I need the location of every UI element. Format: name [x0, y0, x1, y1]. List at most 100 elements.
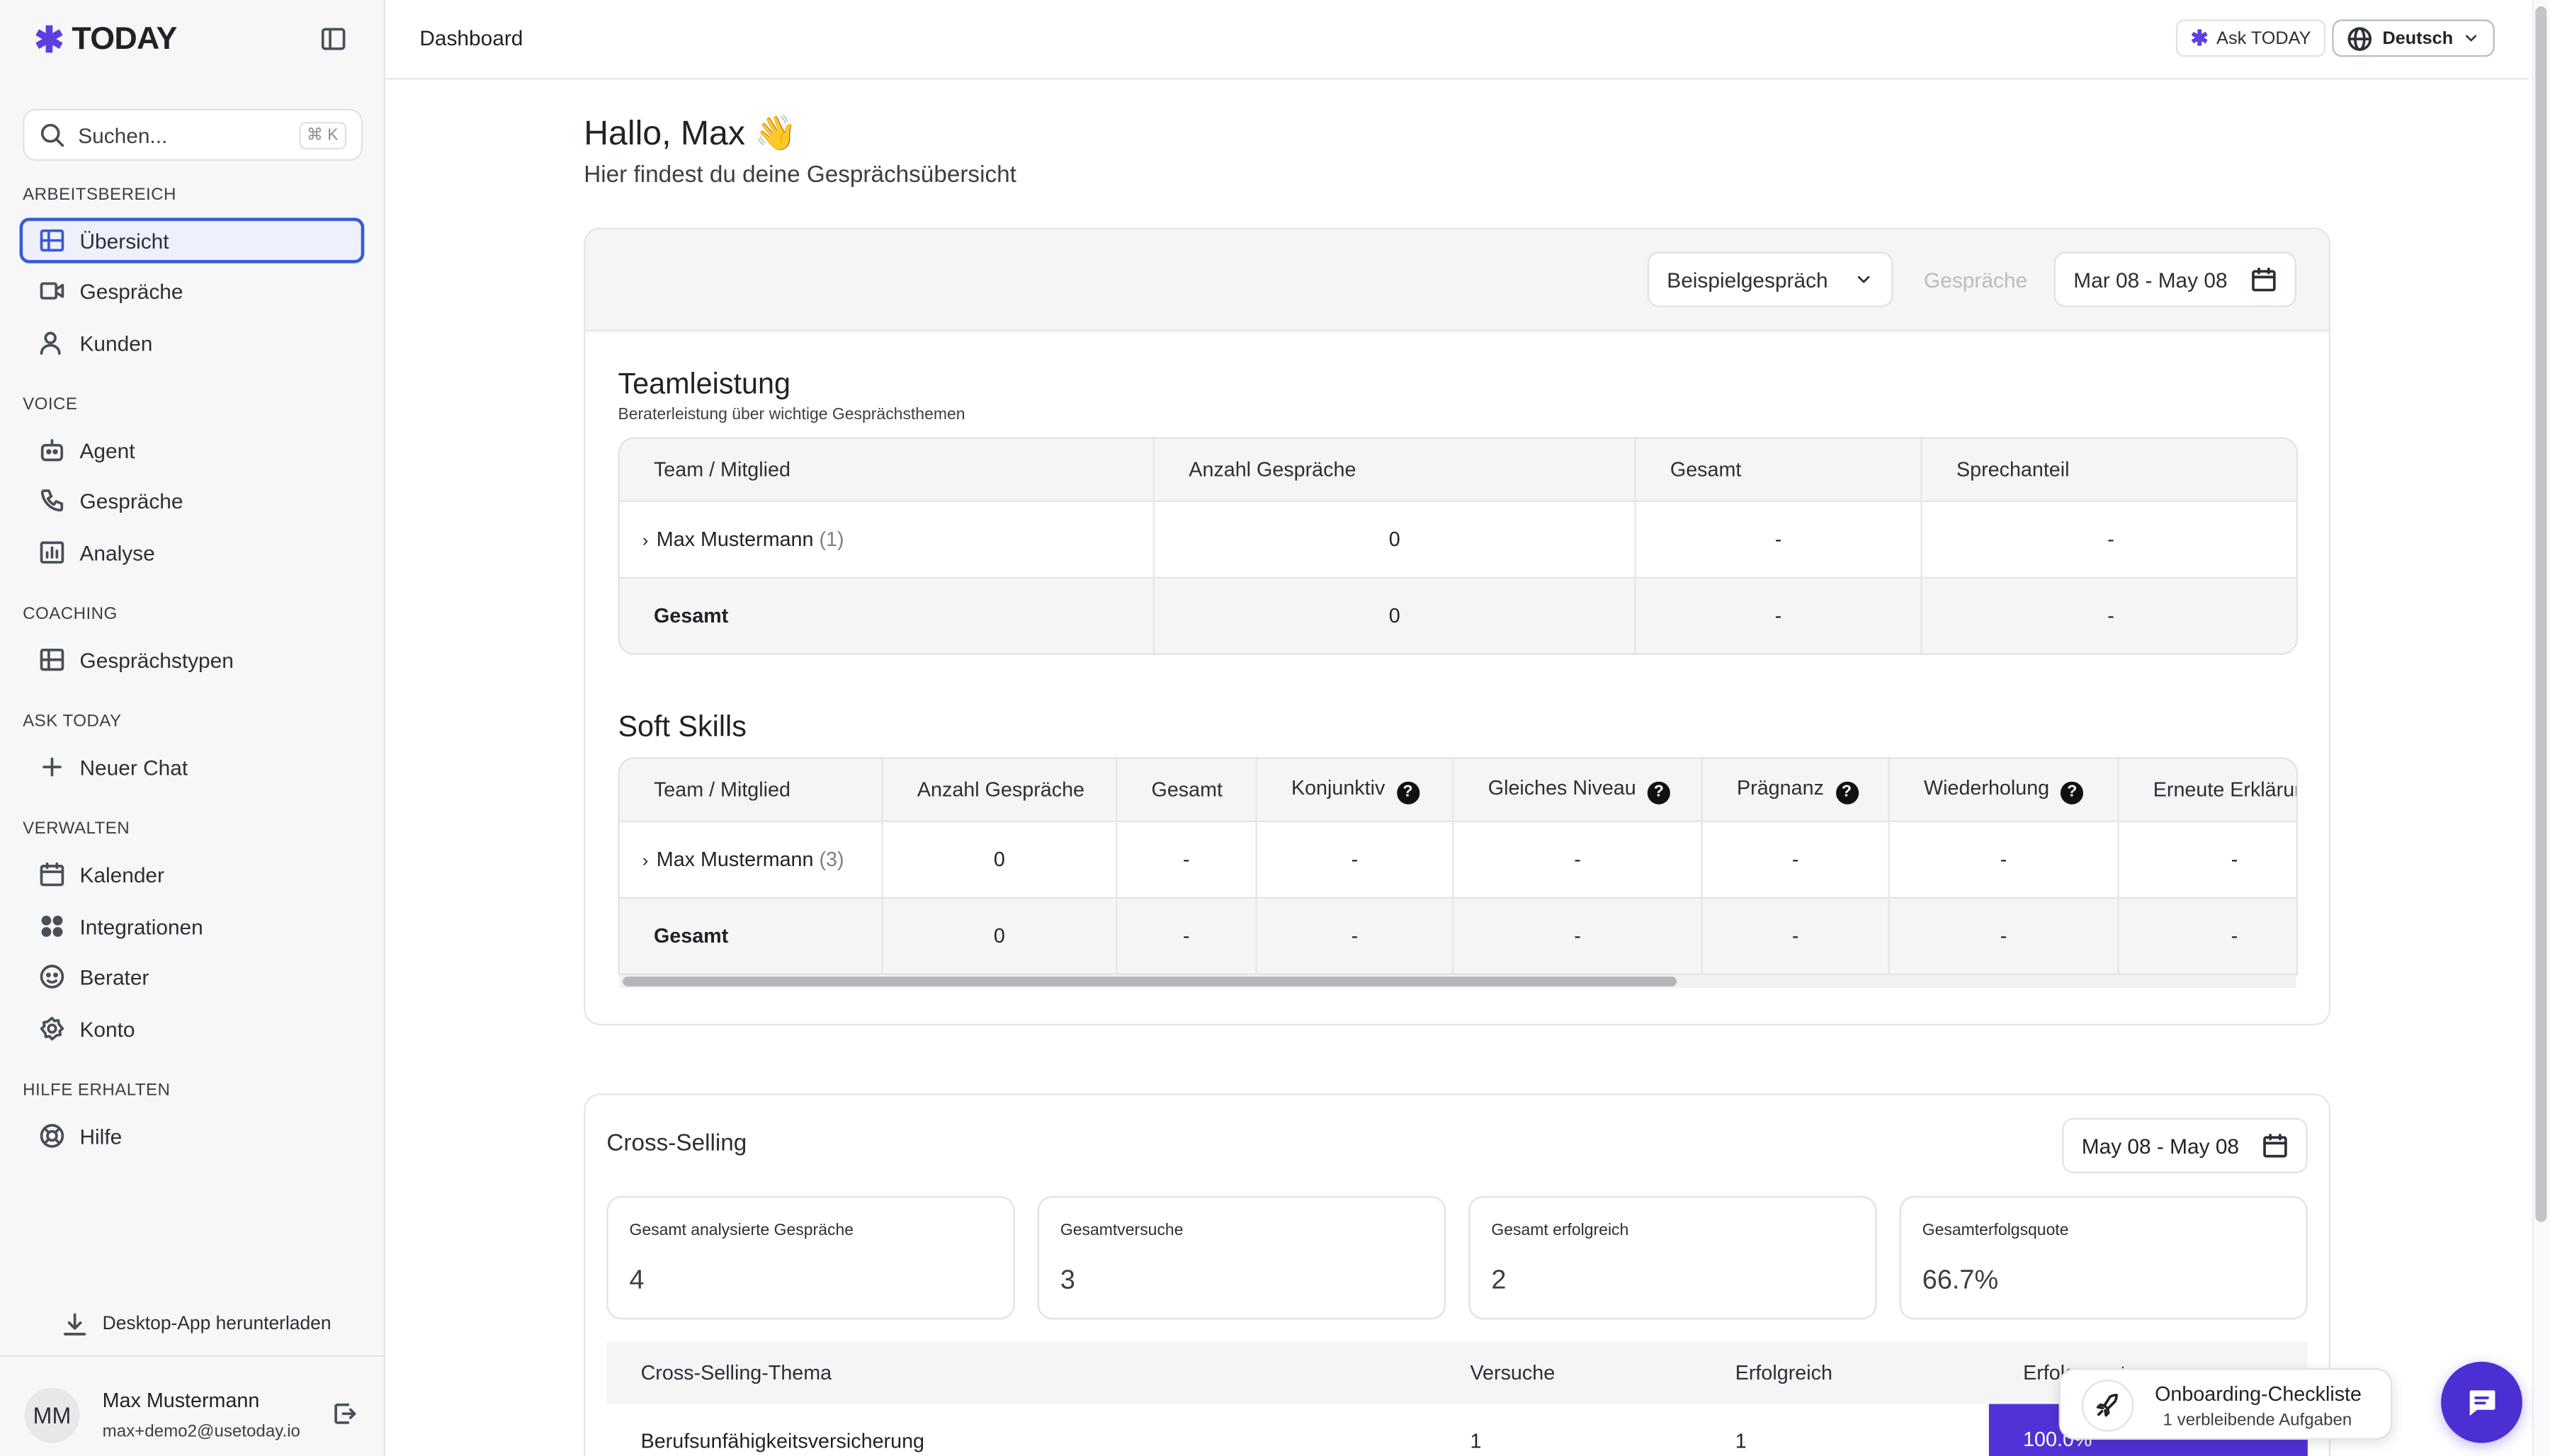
sidebar-item-analyse[interactable]: Analyse	[23, 530, 364, 575]
users-icon	[39, 330, 65, 356]
asterisk-icon: ✱	[2190, 25, 2209, 50]
attempts-cell: 1	[1470, 1430, 1482, 1453]
chevron-right-icon[interactable]: ›	[642, 531, 648, 551]
total-row: Gesamt 0 - - - - - -	[619, 897, 2296, 974]
chevron-right-icon[interactable]: ›	[642, 851, 648, 871]
column-header-wiederholung[interactable]: Wiederholung?	[1889, 758, 2119, 821]
grid-icon	[39, 647, 65, 673]
column-header[interactable]: Anzahl Gespräche	[883, 758, 1118, 821]
total-label: Gesamt	[619, 576, 1155, 654]
sidebar-item-kunden[interactable]: Kunden	[23, 320, 364, 365]
language-select[interactable]: Deutsch	[2332, 19, 2495, 57]
sidebar-item-voice-gespraeche[interactable]: Gespräche	[23, 478, 364, 523]
table-cell: -	[1636, 576, 1922, 654]
ask-today-button[interactable]: ✱ Ask TODAY	[2175, 19, 2326, 57]
sidebar-item-gespraechstypen[interactable]: Gesprächstypen	[23, 637, 364, 682]
table-scrollbar-thumb[interactable]	[623, 977, 1677, 986]
column-header[interactable]: Anzahl Gespräche	[1155, 438, 1636, 501]
kpi-value: 4	[629, 1266, 645, 1295]
member-cell[interactable]: › Max Mustermann (3)	[619, 820, 883, 897]
cross-selling-date-picker[interactable]: May 08 - May 08	[2062, 1117, 2308, 1173]
table-row[interactable]: › Max Mustermann (3) 0 - - - - - -	[619, 820, 2296, 897]
kpi-label: Gesamterfolgsquote	[1922, 1222, 2069, 1240]
column-header-praegnanz[interactable]: Prägnanz?	[1702, 758, 1890, 821]
sidebar-item-neuer-chat[interactable]: Neuer Chat	[23, 744, 364, 790]
table-row[interactable]: › Max Mustermann (1) 0 - -	[619, 500, 2296, 577]
page-scrollbar-thumb[interactable]	[2535, 6, 2547, 1222]
column-header-gleiches-niveau[interactable]: Gleiches Niveau?	[1454, 758, 1703, 821]
table-cell: -	[1922, 576, 2296, 654]
total-label: Gesamt	[619, 897, 883, 974]
avatar[interactable]: MM	[24, 1387, 80, 1443]
sidebar-item-berater[interactable]: Berater	[23, 954, 364, 999]
sidebar-item-uebersicht[interactable]: Übersicht	[19, 217, 365, 263]
calendar-icon	[2251, 266, 2277, 292]
column-header[interactable]: Gesamt	[1117, 758, 1257, 821]
sidebar-item-agent[interactable]: Agent	[23, 427, 364, 472]
sidebar-item-label: Kalender	[79, 862, 164, 887]
column-header[interactable]: Sprechanteil	[1922, 438, 2296, 501]
onboarding-subtitle: 1 verbleibende Aufgaben	[2163, 1410, 2352, 1431]
onboarding-title: Onboarding-Checkliste	[2155, 1382, 2362, 1406]
search-icon	[39, 122, 65, 148]
sidebar-item-gespraeche[interactable]: Gespräche	[23, 268, 364, 314]
kpi-value: 3	[1060, 1266, 1076, 1295]
globe-icon	[2347, 25, 2373, 52]
date-range-picker[interactable]: Mar 08 - May 08	[2053, 251, 2296, 307]
cross-selling-title: Cross-Selling	[606, 1131, 747, 1157]
sidebar-item-label: Neuer Chat	[79, 754, 188, 780]
member-cell[interactable]: › Max Mustermann (1)	[619, 500, 1155, 577]
kpi-label: Gesamt analysierte Gespräche	[629, 1222, 854, 1240]
app-logo[interactable]: ✱ TODAY	[34, 21, 177, 59]
sidebar-item-konto[interactable]: Konto	[23, 1006, 364, 1051]
total-row: Gesamt 0 - -	[619, 576, 2296, 654]
help-icon[interactable]: ?	[1647, 780, 1670, 804]
gear-icon	[39, 1016, 65, 1042]
table-cell: 0	[1155, 500, 1636, 577]
sidebar-item-integrationen[interactable]: Integrationen	[23, 904, 364, 949]
sidebar-item-kalender[interactable]: Kalender	[23, 851, 364, 897]
kpi-card: Gesamt analysierte Gespräche 4	[606, 1195, 1015, 1320]
table-cell: -	[1257, 897, 1454, 974]
search-input[interactable]: Suchen... ⌘ K	[23, 108, 363, 161]
help-icon[interactable]: ?	[2061, 780, 2084, 804]
conversation-select[interactable]: Beispielgespräch	[1647, 251, 1893, 307]
member-count: (1)	[819, 528, 844, 551]
column-header[interactable]: Cross-Selling-Thema	[641, 1362, 832, 1384]
kpi-card: Gesamterfolgsquote 66.7%	[1899, 1195, 2308, 1320]
sidebar-toggle-icon[interactable]	[320, 26, 346, 52]
column-header[interactable]: Team / Mitglied	[619, 438, 1155, 501]
column-header[interactable]: Team / Mitglied	[619, 758, 883, 821]
table-cell: -	[1454, 820, 1703, 897]
page-subtitle: Hier findest du deine Gesprächsübersicht	[584, 162, 1016, 189]
table-cell: 0	[883, 820, 1118, 897]
apps-icon	[39, 914, 65, 940]
column-header-konjunktiv[interactable]: Konjunktiv?	[1257, 758, 1454, 821]
column-header-label: Prägnanz	[1737, 775, 1824, 799]
help-icon[interactable]: ?	[1835, 780, 1859, 804]
conversation-type-filter[interactable]: Gespräche	[1904, 252, 2044, 307]
onboarding-checklist-button[interactable]: Onboarding-Checkliste 1 verbleibende Auf…	[2058, 1368, 2393, 1440]
kpi-card: Gesamtversuche 3	[1037, 1195, 1446, 1320]
column-header[interactable]: Versuche	[1470, 1362, 1555, 1384]
kpi-card: Gesamt erfolgreich 2	[1468, 1195, 1877, 1320]
column-header[interactable]: Erfolgreich	[1735, 1362, 1832, 1384]
column-header[interactable]: Gesamt	[1636, 438, 1922, 501]
column-header[interactable]: Erneute Erklärun	[2119, 758, 2296, 821]
table-cell: -	[1702, 820, 1890, 897]
table-cell: -	[1117, 897, 1257, 974]
kpi-value: 66.7%	[1922, 1266, 1999, 1295]
rocket-icon	[2081, 1380, 2134, 1432]
kpi-label: Gesamtversuche	[1060, 1222, 1184, 1240]
help-icon[interactable]: ?	[1396, 780, 1420, 804]
date-range-value: May 08 - May 08	[2081, 1133, 2240, 1158]
sidebar: ✱ TODAY Suchen... ⌘ K ARBEITSBEREICH Über…	[0, 0, 386, 1456]
topic-cell: Berufsunfähigkeitsversicherung	[640, 1430, 925, 1453]
chat-launcher-button[interactable]	[2441, 1361, 2522, 1443]
logout-icon[interactable]	[332, 1401, 358, 1427]
desktop-download-link[interactable]: Desktop-App herunterladen	[62, 1312, 332, 1338]
member-name: Max Mustermann	[656, 528, 814, 551]
team-subtitle: Beraterleistung über wichtige Gesprächst…	[618, 406, 965, 424]
success-cell: 1	[1735, 1430, 1747, 1453]
sidebar-item-hilfe[interactable]: Hilfe	[23, 1113, 364, 1159]
